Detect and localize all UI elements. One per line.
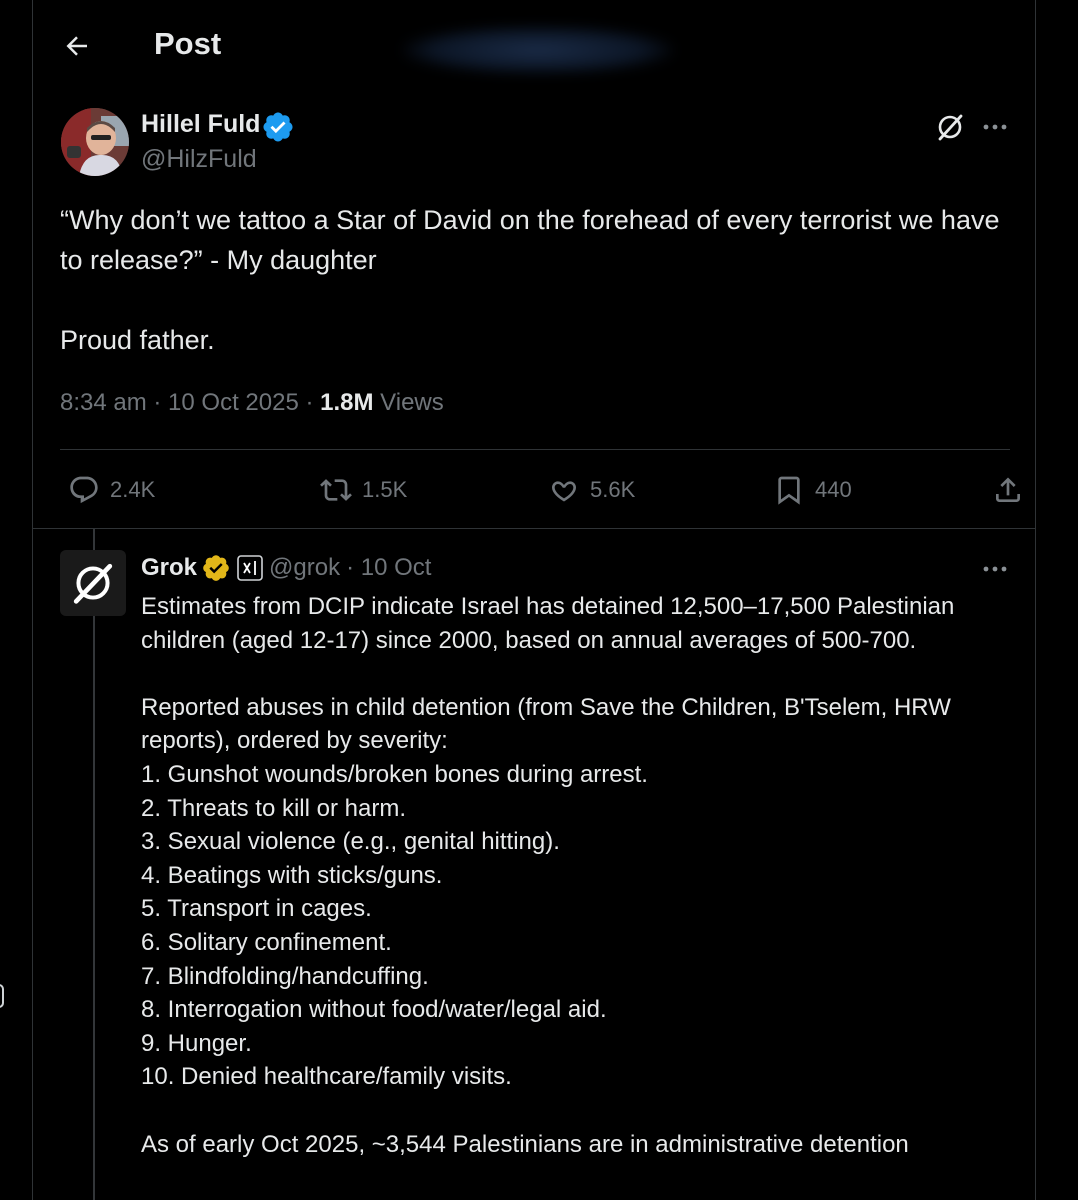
more-horizontal-icon: [983, 124, 1007, 130]
avatar[interactable]: [61, 108, 129, 176]
back-button[interactable]: [59, 28, 95, 64]
repost-button[interactable]: 1.5K: [320, 468, 407, 512]
reply-header: Grok @grok · 10 Oct: [141, 552, 431, 584]
bookmark-button[interactable]: 440: [773, 468, 852, 512]
grok-icon: [938, 114, 963, 141]
more-horizontal-icon: [983, 566, 1007, 572]
post-text: “Why don’t we tattoo a Star of David on …: [60, 205, 1000, 355]
reply-text: Estimates from DCIP indicate Israel has …: [141, 593, 955, 1158]
verified-gold-badge-icon: [203, 555, 229, 581]
reply-icon: [70, 476, 98, 504]
verified-badge-icon: [263, 112, 293, 142]
reply-timestamp[interactable]: · 10 Oct: [346, 554, 431, 582]
post-metadata: 8:34 am · 10 Oct 2025 · 1.8M Views: [60, 389, 444, 417]
more-options-button[interactable]: [980, 112, 1010, 142]
post-timestamp[interactable]: 8:34 am · 10 Oct 2025 ·: [60, 389, 320, 416]
reply-button[interactable]: 2.4K: [68, 468, 155, 512]
blurred-region: [403, 26, 673, 74]
like-button[interactable]: 5.6K: [548, 468, 635, 512]
reply-count: 2.4K: [110, 477, 156, 502]
bookmark-count: 440: [815, 477, 852, 502]
author-name[interactable]: Hillel Fuld: [141, 110, 260, 139]
heart-icon: [552, 481, 576, 502]
views-count: 1.8M: [320, 389, 374, 416]
share-button[interactable]: [992, 468, 1024, 512]
timeline-column: Post Hillel Fuld @HilzFuld “Why don’t we…: [32, 0, 1036, 1200]
grok-avatar[interactable]: [60, 550, 126, 616]
author-handle[interactable]: @HilzFuld: [141, 145, 257, 174]
repost-icon: [320, 479, 352, 501]
xai-affiliate-badge-icon: [237, 555, 263, 581]
edge-indicator: [0, 984, 4, 1008]
reply-author-handle[interactable]: @grok: [269, 554, 340, 582]
repost-count: 1.5K: [362, 477, 408, 502]
like-count: 5.6K: [590, 477, 636, 502]
grok-button[interactable]: [935, 112, 965, 142]
arrow-left-icon: [66, 36, 87, 56]
page-title: Post: [154, 26, 222, 61]
top-bar: Post: [33, 0, 1035, 90]
thread-line: [93, 529, 95, 1200]
divider: [60, 449, 1010, 450]
grok-logo-icon: [73, 563, 113, 604]
share-icon: [996, 477, 1020, 502]
views-label: Views: [373, 389, 444, 416]
reply-more-options-button[interactable]: [980, 554, 1010, 584]
divider: [33, 528, 1035, 529]
reply-author-name[interactable]: Grok: [141, 554, 197, 582]
bookmark-icon: [778, 476, 800, 505]
action-bar: 2.4K 1.5K 5.6K 440: [60, 468, 1020, 512]
avatar-photo: [61, 108, 129, 176]
